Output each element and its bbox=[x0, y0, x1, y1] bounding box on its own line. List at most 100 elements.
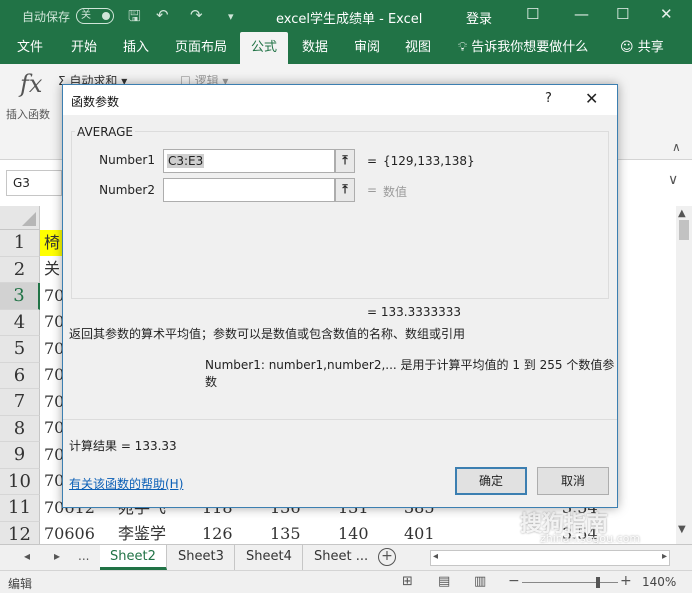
sheet-tab-sheet4[interactable]: Sheet4 bbox=[236, 545, 303, 570]
ok-button[interactable]: 确定 bbox=[455, 467, 527, 495]
page-layout-view-icon[interactable]: ▤ bbox=[438, 574, 450, 589]
number1-input[interactable]: C3:E3 bbox=[163, 149, 335, 173]
maximize-icon[interactable]: ☐ bbox=[616, 5, 629, 23]
close-window-icon[interactable]: ✕ bbox=[660, 5, 673, 23]
add-sheet-icon[interactable]: + bbox=[378, 548, 396, 566]
zoom-slider[interactable] bbox=[522, 582, 618, 583]
row-header[interactable]: 9 bbox=[0, 442, 40, 469]
row-header-selected[interactable]: 3 bbox=[0, 283, 40, 310]
more-sheets[interactable]: ... bbox=[78, 549, 89, 563]
formula-result-preview: = 133.3333333 bbox=[367, 305, 462, 319]
ribbon-display-icon[interactable]: ☐ bbox=[526, 5, 539, 23]
sheet-tab-bar: ◂ ▸ ... Sheet2 Sheet3 Sheet4 Sheet ... +… bbox=[0, 544, 692, 570]
row-header[interactable]: 8 bbox=[0, 415, 40, 442]
arg-label-number2: Number2 bbox=[99, 183, 155, 197]
number1-result: {129,133,138} bbox=[383, 154, 475, 168]
cancel-button[interactable]: 取消 bbox=[537, 467, 609, 495]
zoom-level[interactable]: 140% bbox=[642, 575, 676, 589]
tab-data[interactable]: 数据 bbox=[292, 32, 338, 64]
row-header[interactable]: 11 bbox=[0, 495, 40, 522]
scroll-down-icon[interactable]: ▼ bbox=[678, 524, 686, 535]
vertical-scrollbar[interactable]: ▲ ▼ bbox=[676, 206, 692, 544]
share-label: 共享 bbox=[637, 40, 664, 55]
select-all-corner[interactable] bbox=[0, 206, 40, 230]
normal-view-icon[interactable]: ⊞ bbox=[402, 574, 413, 589]
expand-formula-bar-icon[interactable]: ∨ bbox=[668, 172, 678, 188]
number2-result: 数值 bbox=[383, 185, 408, 199]
save-icon[interactable]: 🖫 bbox=[128, 6, 141, 31]
insert-function-label[interactable]: 插入函数 bbox=[6, 106, 50, 122]
page-break-view-icon[interactable]: ▥ bbox=[474, 574, 486, 589]
sheet-tab-sheet3[interactable]: Sheet3 bbox=[168, 545, 235, 570]
close-icon[interactable]: ✕ bbox=[585, 89, 598, 108]
arg-label-number1: Number1 bbox=[99, 153, 155, 167]
tell-me-search[interactable]: 💡︎ 告诉我你想要做什么 bbox=[458, 32, 588, 64]
number1-value: C3:E3 bbox=[167, 154, 205, 168]
zoom-slider-knob[interactable] bbox=[596, 577, 600, 588]
share-button[interactable]: ☺ 共享 bbox=[620, 32, 664, 64]
tab-home[interactable]: 开始 bbox=[60, 32, 108, 64]
horizontal-scrollbar[interactable]: ◂ ▸ bbox=[430, 550, 670, 566]
row-header[interactable]: 6 bbox=[0, 362, 40, 389]
prev-sheet-icon[interactable]: ◂ bbox=[24, 549, 30, 563]
sheet-tab-sheet2[interactable]: Sheet2 bbox=[100, 545, 167, 570]
tab-insert[interactable]: 插入 bbox=[114, 32, 158, 64]
scroll-up-icon[interactable]: ▲ bbox=[678, 208, 686, 219]
ribbon-tabs: 文件 开始 插入 页面布局 公式 数据 审阅 视图 💡︎ 告诉我你想要做什么 ☺… bbox=[0, 32, 692, 64]
row-header[interactable]: 2 bbox=[0, 256, 40, 283]
next-sheet-icon[interactable]: ▸ bbox=[54, 549, 60, 563]
cell[interactable]: 椅 bbox=[44, 230, 60, 256]
row-header[interactable]: 5 bbox=[0, 336, 40, 363]
help-icon[interactable]: ? bbox=[545, 91, 552, 106]
insert-function-icon[interactable]: fx bbox=[20, 70, 42, 98]
customize-qat-icon[interactable]: ▾ bbox=[228, 10, 234, 23]
cell[interactable]: 135 bbox=[270, 521, 301, 544]
cell[interactable]: 140 bbox=[338, 521, 369, 544]
status-bar: 编辑 ⊞ ▤ ▥ − + 140% bbox=[0, 570, 692, 593]
function-description: 返回其参数的算术平均值；参数可以是数值或包含数值的名称、数组或引用 bbox=[69, 327, 466, 341]
redo-icon[interactable]: ↷ bbox=[190, 6, 203, 24]
function-help-link[interactable]: 有关该函数的帮助(H) bbox=[69, 475, 183, 492]
dialog-title: 函数参数 bbox=[71, 95, 120, 109]
tab-page-layout[interactable]: 页面布局 bbox=[166, 32, 236, 64]
undo-icon[interactable]: ↶ bbox=[156, 6, 169, 24]
cell[interactable]: 关 bbox=[44, 256, 60, 282]
scroll-right-icon[interactable]: ▸ bbox=[662, 551, 667, 562]
scroll-thumb[interactable] bbox=[679, 220, 689, 240]
row-header[interactable]: 4 bbox=[0, 309, 40, 336]
cell[interactable]: 70606 bbox=[44, 521, 95, 544]
tab-file[interactable]: 文件 bbox=[8, 32, 52, 64]
row-header[interactable]: 10 bbox=[0, 468, 40, 495]
autosave-state: 关 bbox=[81, 10, 91, 21]
select-all-triangle bbox=[22, 212, 36, 226]
dialog-title-bar[interactable]: 函数参数 ? ✕ bbox=[63, 85, 617, 115]
collapse-ribbon-icon[interactable]: ∧ bbox=[672, 140, 681, 154]
tab-view[interactable]: 视图 bbox=[396, 32, 440, 64]
autosave-toggle[interactable]: 关 bbox=[76, 8, 114, 24]
number2-input[interactable] bbox=[163, 178, 335, 202]
zoom-out-icon[interactable]: − bbox=[508, 573, 520, 589]
dialog-separator bbox=[63, 419, 617, 420]
sheet-tab-more[interactable]: Sheet ... bbox=[304, 545, 378, 570]
cell[interactable]: 401 bbox=[404, 521, 435, 544]
scroll-left-icon[interactable]: ◂ bbox=[433, 551, 438, 562]
watermark-url: zhinan.sogou.com bbox=[540, 532, 641, 544]
zoom-in-icon[interactable]: + bbox=[620, 573, 632, 589]
function-name: AVERAGE bbox=[75, 125, 135, 139]
login-link[interactable]: 登录 bbox=[466, 8, 492, 27]
row-header[interactable]: 7 bbox=[0, 389, 40, 416]
minimize-icon[interactable]: — bbox=[574, 5, 589, 23]
arg-equals: = bbox=[367, 154, 378, 168]
cell[interactable]: 126 bbox=[202, 521, 233, 544]
number1-collapse-button[interactable]: ⤒ bbox=[335, 149, 355, 173]
row-header[interactable]: 12 bbox=[0, 521, 40, 544]
tab-formulas[interactable]: 公式 bbox=[240, 32, 288, 64]
name-box[interactable]: G3 bbox=[6, 170, 62, 196]
number2-collapse-button[interactable]: ⤒ bbox=[335, 178, 355, 202]
tab-review[interactable]: 审阅 bbox=[344, 32, 390, 64]
row-header[interactable]: 1 bbox=[0, 230, 40, 257]
cell[interactable]: 李鉴学 bbox=[118, 521, 166, 544]
arg-equals: = bbox=[367, 183, 378, 197]
argument-description: Number1: number1,number2,... 是用于计算平均值的 1… bbox=[205, 358, 615, 389]
document-title: excel学生成绩单 - Excel bbox=[276, 12, 423, 27]
